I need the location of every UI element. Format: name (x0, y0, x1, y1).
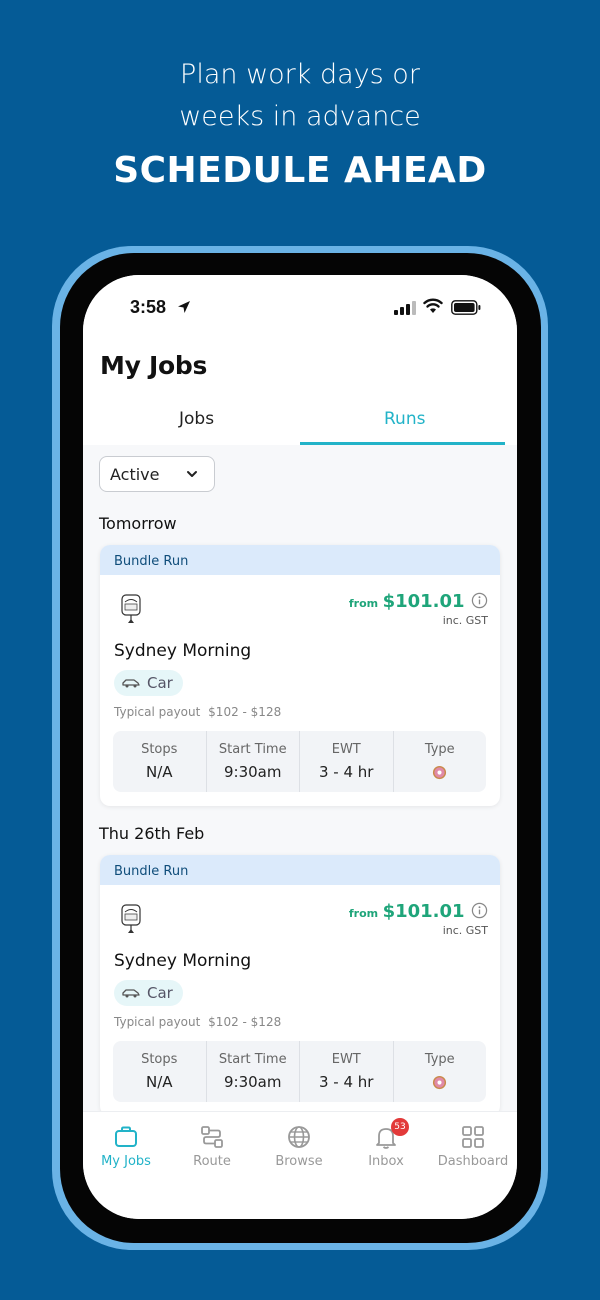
vehicle-label: Car (147, 984, 173, 1002)
stat-start-time: Start Time 9:30am (207, 731, 300, 792)
nav-label: Route (193, 1154, 231, 1169)
payout-range: $102 - $128 (208, 705, 282, 719)
stat-value: 3 - 4 hr (319, 1073, 374, 1091)
stat-start-time: Start Time 9:30am (207, 1041, 300, 1102)
payout-line: Typical payout $102 - $128 (114, 705, 281, 719)
car-icon (122, 989, 140, 998)
price-block: from $101.01 inc. GST (349, 901, 488, 937)
run-card[interactable]: Bundle Run from $101.01 inc. GST Sydney … (100, 855, 500, 1116)
tab-runs[interactable]: Runs (384, 409, 425, 429)
vehicle-chip: Car (114, 670, 183, 696)
info-icon[interactable] (471, 902, 488, 919)
status-bar: 3:58 (83, 275, 517, 341)
merchant-logo-icon (121, 594, 141, 623)
stat-value: N/A (145, 763, 173, 781)
price-value: $101.01 (382, 591, 465, 612)
card-type-banner: Bundle Run (100, 545, 500, 575)
donut-icon (433, 1075, 447, 1090)
promo-headline: SCHEDULE AHEAD (113, 150, 487, 191)
stat-label: Stops (141, 742, 178, 757)
stat-label: Start Time (218, 742, 287, 757)
stat-value: 9:30am (224, 1073, 282, 1091)
nav-route[interactable]: Route (169, 1124, 255, 1169)
stat-type: Type (394, 731, 487, 792)
vehicle-chip: Car (114, 980, 183, 1006)
payout-label: Typical payout (114, 1015, 201, 1029)
price-prefix: from (348, 597, 379, 610)
info-icon[interactable] (471, 592, 488, 609)
stat-ewt: EWT 3 - 4 hr (300, 1041, 394, 1102)
chevron-down-icon (187, 471, 197, 477)
tax-note: inc. GST (442, 614, 488, 627)
stat-value: 3 - 4 hr (319, 763, 374, 781)
run-name: Sydney Morning (114, 641, 252, 661)
nav-label: Inbox (368, 1154, 404, 1169)
tab-jobs[interactable]: Jobs (179, 409, 214, 429)
price-value: $101.01 (382, 901, 465, 922)
card-type-label: Bundle Run (114, 554, 189, 569)
stat-type: Type (394, 1041, 487, 1102)
stat-label: Type (424, 742, 455, 757)
promo-header: Plan work days or weeks in advance SCHED… (0, 54, 600, 191)
price-block: from $101.01 inc. GST (349, 591, 488, 627)
stat-label: Stops (141, 1052, 178, 1067)
cellular-signal-icon (394, 301, 416, 315)
stat-ewt: EWT 3 - 4 hr (300, 731, 394, 792)
stat-stops: Stops N/A (113, 1041, 207, 1102)
stat-value: 9:30am (224, 763, 282, 781)
battery-icon (451, 300, 481, 315)
card-type-label: Bundle Run (114, 864, 189, 879)
stat-label: Type (424, 1052, 455, 1067)
day-heading: Tomorrow (99, 514, 177, 533)
nav-dashboard[interactable]: Dashboard (430, 1124, 516, 1169)
stat-label: EWT (331, 742, 361, 757)
merchant-logo-icon (121, 904, 141, 933)
status-filter-value: Active (110, 465, 160, 484)
location-arrow-icon (178, 301, 190, 313)
phone-screen: 3:58 My Jobs Jobs Runs Active Tomorrow B… (83, 275, 517, 1219)
notification-badge: 53 (391, 1118, 409, 1136)
stat-label: Start Time (218, 1052, 287, 1067)
car-icon (122, 679, 140, 688)
day-heading: Thu 26th Feb (99, 824, 205, 843)
payout-line: Typical payout $102 - $128 (114, 1015, 281, 1029)
card-type-banner: Bundle Run (100, 855, 500, 885)
nav-label: My Jobs (101, 1154, 151, 1169)
vehicle-label: Car (147, 674, 173, 692)
donut-icon (433, 765, 447, 780)
stat-label: EWT (331, 1052, 361, 1067)
stat-stops: Stops N/A (113, 731, 207, 792)
run-name: Sydney Morning (114, 951, 252, 971)
status-filter-dropdown[interactable]: Active (99, 456, 215, 492)
active-tab-indicator (300, 442, 505, 445)
grid-icon (462, 1126, 484, 1148)
promo-subtitle-line1: Plan work days or (180, 59, 420, 90)
run-stats: Stops N/A Start Time 9:30am EWT 3 - 4 hr… (113, 1041, 486, 1102)
payout-label: Typical payout (114, 705, 201, 719)
run-stats: Stops N/A Start Time 9:30am EWT 3 - 4 hr… (113, 731, 486, 792)
page-title: My Jobs (100, 351, 208, 380)
stat-value: N/A (145, 1073, 173, 1091)
nav-my-jobs[interactable]: My Jobs (83, 1124, 169, 1169)
payout-range: $102 - $128 (208, 1015, 282, 1029)
promo-subtitle-line2: weeks in advance (179, 101, 421, 132)
bottom-nav: My Jobs Route Browse 53 Inbox Dashboard (83, 1111, 517, 1219)
route-icon (201, 1126, 223, 1148)
nav-inbox[interactable]: 53 Inbox (343, 1118, 429, 1169)
nav-label: Browse (275, 1154, 323, 1169)
run-card[interactable]: Bundle Run from $101.01 inc. GST Sydney … (100, 545, 500, 806)
nav-label: Dashboard (437, 1154, 509, 1169)
wifi-icon (423, 298, 443, 313)
status-time: 3:58 (130, 297, 167, 317)
briefcase-icon (115, 1126, 137, 1147)
globe-icon (288, 1126, 310, 1148)
app-header: My Jobs Jobs Runs (83, 341, 517, 445)
nav-browse[interactable]: Browse (256, 1124, 342, 1169)
price-prefix: from (348, 907, 379, 920)
tax-note: inc. GST (442, 924, 488, 937)
